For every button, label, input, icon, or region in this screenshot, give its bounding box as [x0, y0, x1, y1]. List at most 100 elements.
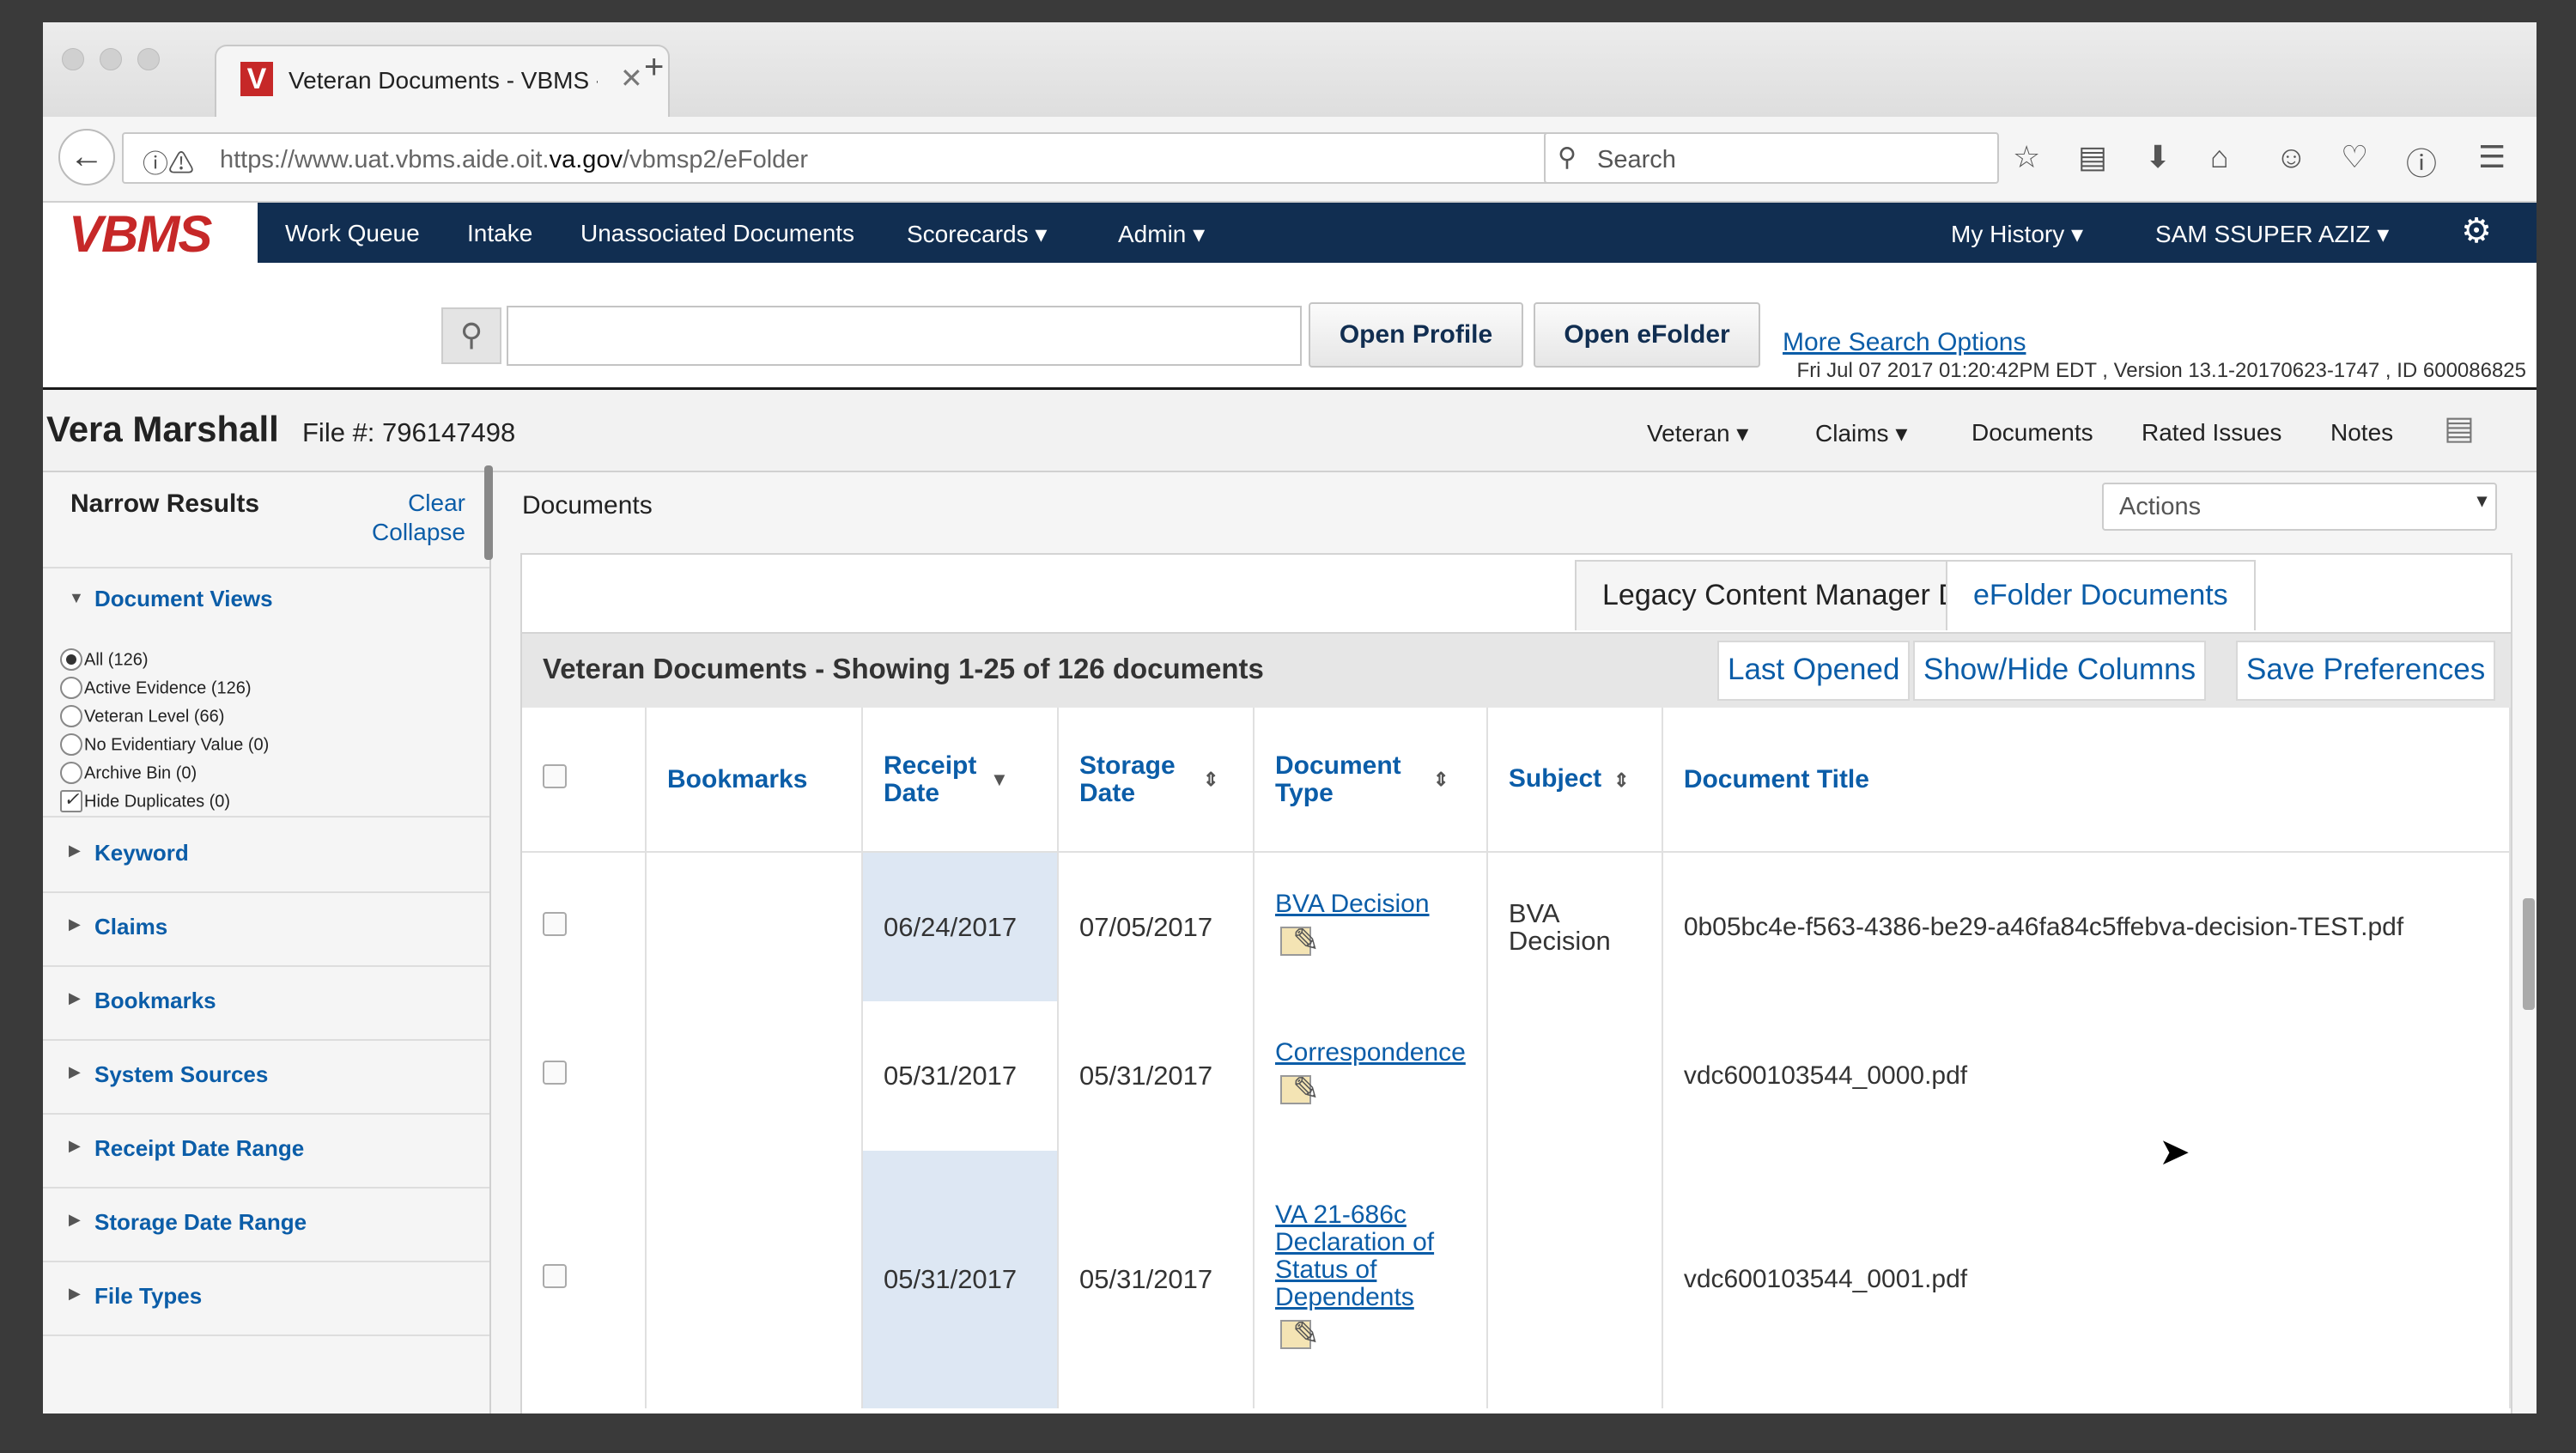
menu-intake[interactable]: Intake: [467, 220, 532, 247]
view-active-evidence[interactable]: Active Evidence (126): [60, 677, 252, 700]
hamburger-menu-icon[interactable]: ☰: [2478, 139, 2506, 175]
close-tab-icon[interactable]: ✕: [620, 62, 643, 94]
header-receipt-date[interactable]: Receipt Date ▼: [862, 708, 1059, 853]
back-arrow-icon[interactable]: ←: [58, 129, 115, 185]
view-all[interactable]: All (126): [60, 648, 148, 672]
bookmark-star-icon[interactable]: ☆: [2013, 139, 2040, 175]
sidebar-scrollbar[interactable]: [484, 465, 493, 560]
document-views-heading[interactable]: Document Views: [94, 586, 273, 612]
url-text: https://www.uat.vbms.aide.oit.va.gov/vbm…: [220, 146, 809, 173]
menu-work-queue[interactable]: Work Queue: [285, 220, 420, 247]
view-no-evidentiary-value[interactable]: No Evidentiary Value (0): [60, 733, 269, 757]
pocket-icon[interactable]: ♡: [2341, 139, 2368, 175]
document-title-cell[interactable]: 0b05bc4e-f563-4386-be29-a46fa84c5ffebva-…: [1662, 852, 2512, 1001]
filter-claims[interactable]: ▶ Claims: [43, 893, 489, 967]
vbms-logo[interactable]: VBMS: [43, 203, 258, 263]
notes-icon[interactable]: ▤: [2444, 409, 2475, 447]
site-info-icon[interactable]: ⓘ⚠: [143, 143, 194, 180]
vbms-favicon-icon: V: [240, 62, 273, 96]
info-icon[interactable]: ⓘ: [2406, 139, 2437, 184]
menu-admin[interactable]: Admin ▾: [1118, 220, 1205, 248]
nav-documents[interactable]: Documents: [1971, 419, 2093, 447]
table-row[interactable]: 05/31/2017 05/31/2017 Correspondence vdc…: [522, 1001, 2512, 1151]
filter-bookmarks[interactable]: ▶ Bookmarks: [43, 967, 489, 1041]
menu-scorecards[interactable]: Scorecards ▾: [907, 220, 1047, 248]
nav-claims[interactable]: Claims ▾: [1815, 419, 1907, 447]
browser-search-input[interactable]: ⚲ Search: [1544, 132, 1999, 184]
row-checkbox[interactable]: [543, 1061, 567, 1085]
reader-view-icon[interactable]: ▤: [2078, 139, 2107, 175]
last-opened-button[interactable]: Last Opened: [1717, 641, 1911, 701]
filter-keyword[interactable]: ▶ Keyword: [43, 819, 489, 893]
header-document-title[interactable]: Document Title: [1662, 708, 2512, 853]
edit-document-icon[interactable]: [1280, 1315, 1320, 1353]
row-checkbox[interactable]: [543, 911, 567, 936]
header-storage-date[interactable]: Storage Date ⇕: [1058, 708, 1255, 853]
row-checkbox[interactable]: [543, 1264, 567, 1288]
filter-receipt-date-range[interactable]: ▶ Receipt Date Range: [43, 1115, 489, 1189]
gear-icon[interactable]: ⚙: [2461, 211, 2492, 251]
document-type-cell: Correspondence: [1254, 1001, 1488, 1151]
document-title-cell[interactable]: vdc600103544_0000.pdf: [1662, 1001, 2512, 1151]
caret-down-icon[interactable]: ▼: [69, 589, 84, 607]
header-subject[interactable]: Subject ⇕: [1486, 708, 1663, 853]
documents-panel: Legacy Content Manager Documents eFolder…: [520, 553, 2512, 1413]
subject-cell: [1486, 1151, 1663, 1408]
clear-link[interactable]: Clear: [408, 489, 465, 517]
main-scrollbar[interactable]: [2523, 898, 2535, 1010]
table-row[interactable]: 05/31/2017 05/31/2017 VA 21-686c Declara…: [522, 1151, 2512, 1408]
minimize-window-button[interactable]: [100, 48, 122, 70]
search-area: ⚲ Open Profile Open eFolder More Search …: [43, 263, 2537, 390]
caret-right-icon: ▶: [69, 1063, 81, 1080]
more-search-options-link[interactable]: More Search Options: [1783, 328, 2026, 357]
actions-label: Actions: [2119, 493, 2202, 520]
save-preferences-button[interactable]: Save Preferences: [2236, 641, 2496, 701]
filter-storage-date-range[interactable]: ▶ Storage Date Range: [43, 1189, 489, 1262]
caret-right-icon: ▶: [69, 1137, 81, 1154]
menu-my-history[interactable]: My History ▾: [1951, 220, 2083, 248]
show-hide-columns-button[interactable]: Show/Hide Columns: [1913, 641, 2207, 701]
new-tab-icon[interactable]: +: [644, 48, 664, 87]
zoom-window-button[interactable]: [137, 48, 160, 70]
url-bar[interactable]: ⓘ⚠ https://www.uat.vbms.aide.oit.va.gov/…: [122, 132, 1602, 184]
home-icon[interactable]: ⌂: [2210, 139, 2229, 175]
browser-tab[interactable]: V Veteran Documents - VBMS - \ ✕: [215, 45, 670, 117]
document-type-link[interactable]: Correspondence: [1275, 1039, 1466, 1067]
open-efolder-button[interactable]: Open eFolder: [1534, 302, 1760, 368]
close-window-button[interactable]: [62, 48, 84, 70]
collapse-link[interactable]: Collapse: [372, 519, 465, 546]
bookmark-cell[interactable]: [646, 1001, 863, 1151]
select-all-checkbox[interactable]: [543, 764, 567, 788]
header-bookmarks[interactable]: Bookmarks: [646, 708, 863, 853]
filter-system-sources[interactable]: ▶ System Sources: [43, 1041, 489, 1115]
view-veteran-level[interactable]: Veteran Level (66): [60, 705, 224, 728]
bookmark-cell[interactable]: [646, 1151, 863, 1408]
document-type-link[interactable]: VA 21-686c Declaration of Status of Depe…: [1275, 1201, 1466, 1311]
filter-file-types[interactable]: ▶ File Types: [43, 1262, 489, 1336]
open-profile-button[interactable]: Open Profile: [1309, 302, 1523, 368]
document-type-link[interactable]: BVA Decision: [1275, 890, 1466, 918]
storage-date-cell: 07/05/2017: [1058, 852, 1255, 1001]
actions-select[interactable]: Actions ▾: [2102, 483, 2497, 531]
menu-unassociated-documents[interactable]: Unassociated Documents: [580, 220, 854, 247]
sort-icon: ⇕: [1613, 769, 1630, 791]
edit-document-icon[interactable]: [1280, 921, 1320, 960]
edit-document-icon[interactable]: [1280, 1070, 1320, 1109]
menu-user[interactable]: SAM SSUPER AZIZ ▾: [2155, 220, 2389, 248]
veteran-search-input[interactable]: [507, 306, 1302, 366]
tab-efolder-documents[interactable]: eFolder Documents: [1946, 560, 2256, 630]
view-archive-bin[interactable]: Archive Bin (0): [60, 762, 197, 785]
file-number: File #: 796147498: [302, 417, 516, 447]
nav-rated-issues[interactable]: Rated Issues: [2142, 419, 2281, 447]
nav-notes[interactable]: Notes: [2330, 419, 2393, 447]
app-nav-bar: VBMS Work Queue Intake Unassociated Docu…: [43, 203, 2537, 263]
document-title-cell[interactable]: vdc600103544_0001.pdf: [1662, 1151, 2512, 1408]
storage-date-cell: 05/31/2017: [1058, 1151, 1255, 1408]
nav-veteran[interactable]: Veteran ▾: [1647, 419, 1748, 447]
download-icon[interactable]: ⬇: [2145, 139, 2171, 175]
table-row[interactable]: 06/24/2017 07/05/2017 BVA Decision BVA D…: [522, 852, 2512, 1001]
bookmark-cell[interactable]: [646, 852, 863, 1001]
header-document-type[interactable]: Document Type ⇕: [1254, 708, 1488, 853]
hide-duplicates-checkbox[interactable]: Hide Duplicates (0): [60, 788, 230, 813]
chat-icon[interactable]: ☺: [2275, 139, 2307, 175]
